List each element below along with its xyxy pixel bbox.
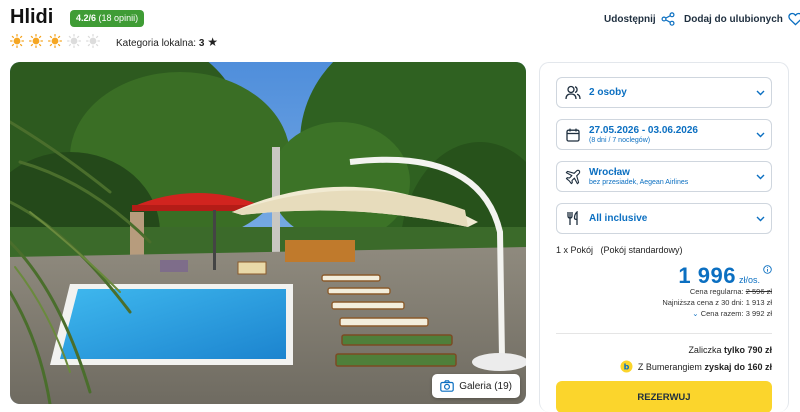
- lowest-price-value: 1 913 zł: [745, 298, 772, 307]
- board-selector[interactable]: All inclusive: [556, 203, 772, 234]
- rating-reviews: (18 opinii): [98, 13, 139, 23]
- svg-text:b: b: [624, 363, 630, 372]
- regular-price: Cena regularna: 2 596 zł: [690, 287, 772, 296]
- lowest-price-label: Najniższa cena z 30 dni:: [662, 298, 744, 307]
- bumerang-info[interactable]: b Z Bumerangiem zyskaj do 160 zł: [620, 360, 772, 373]
- local-category-label: Kategoria lokalna:: [116, 38, 197, 49]
- hotel-name: Hlidi: [10, 6, 54, 28]
- departure-city: Wrocław: [589, 167, 630, 178]
- add-to-favorites-button[interactable]: Dodaj do ulubionych: [684, 12, 800, 26]
- hotel-photo-gallery[interactable]: Galeria (19): [10, 62, 526, 404]
- share-label: Udostępnij: [604, 13, 656, 25]
- lowest-price-30-days: Najniższa cena z 30 dni: 1 913 zł: [662, 298, 772, 307]
- sun-icon: [29, 34, 43, 48]
- sun-icon: [48, 34, 62, 48]
- pool-photo: [10, 62, 526, 404]
- share-icon: [661, 12, 675, 26]
- favorite-label: Dodaj do ulubionych: [684, 13, 783, 25]
- total-price-label: Cena razem:: [700, 309, 744, 318]
- star-icon: ★: [207, 35, 218, 49]
- dates-selector[interactable]: 27.05.2026 - 03.06.2026 (8 dni / 7 nocle…: [556, 119, 772, 150]
- departure-selector[interactable]: Wrocław bez przesiadek, Aegean Airlines: [556, 161, 772, 192]
- book-button[interactable]: REZERWUJ: [556, 381, 772, 412]
- deposit-info: Zaliczka tylko 790 zł: [688, 345, 772, 355]
- price: 1 996 zł/os.: [678, 263, 760, 289]
- cutlery-icon: [567, 211, 578, 225]
- calendar-icon: [566, 128, 580, 142]
- board-value: All inclusive: [589, 213, 648, 224]
- local-category-value: 3: [198, 38, 205, 49]
- gallery-button[interactable]: Galeria (19): [432, 374, 520, 398]
- chevron-down-icon: [756, 174, 764, 179]
- sun-icon: [10, 34, 24, 48]
- local-category: Kategoria lokalna: 3 ★: [116, 35, 218, 49]
- info-icon[interactable]: [763, 265, 772, 274]
- chevron-down-icon: [756, 90, 764, 95]
- bumerang-prefix: Z Bumerangiem: [637, 361, 702, 372]
- chevron-down-icon: [756, 216, 764, 221]
- regular-price-value: 2 596 zł: [745, 287, 772, 296]
- sun-rating: [10, 34, 100, 48]
- chevron-down-icon: [756, 132, 764, 137]
- heart-icon: [788, 12, 800, 26]
- persons-icon: [565, 85, 581, 100]
- divider: [556, 333, 772, 334]
- sun-empty-icon: [67, 34, 81, 48]
- bumerang-logo-icon: b: [620, 360, 633, 373]
- room-info: 1 x Pokój (Pokój standardowy): [556, 245, 683, 255]
- price-value: 1 996: [678, 263, 736, 288]
- dates-duration: (8 dni / 7 noclegów): [589, 137, 651, 144]
- total-price[interactable]: ⌄ Cena razem: 3 992 zł: [692, 309, 772, 318]
- deposit-label: Zaliczka: [688, 345, 722, 355]
- dates-value: 27.05.2026 - 03.06.2026: [589, 125, 698, 136]
- bumerang-value: zyskaj do 160 zł: [704, 361, 772, 372]
- camera-icon: [440, 380, 454, 392]
- booking-panel: 2 osoby 27.05.2026 - 03.06.2026 (8 dni /…: [539, 62, 789, 412]
- total-price-value: 3 992 zł: [745, 309, 772, 318]
- deposit-value: tylko 790 zł: [723, 345, 772, 355]
- sun-empty-icon: [86, 34, 100, 48]
- persons-value: 2 osoby: [589, 87, 627, 98]
- price-unit: zł/os.: [738, 275, 760, 285]
- airplane-icon: [565, 169, 581, 184]
- regular-price-label: Cena regularna:: [689, 287, 744, 296]
- departure-details: bez przesiadek, Aegean Airlines: [589, 179, 689, 186]
- gallery-button-label: Galeria (19): [459, 380, 512, 392]
- persons-selector[interactable]: 2 osoby: [556, 77, 772, 108]
- rating-score: 4.2/6: [76, 13, 97, 23]
- chevron-down-icon: ⌄: [692, 309, 699, 318]
- rating-badge[interactable]: 4.2/6 (18 opinii): [70, 10, 145, 27]
- share-button[interactable]: Udostępnij: [604, 12, 675, 26]
